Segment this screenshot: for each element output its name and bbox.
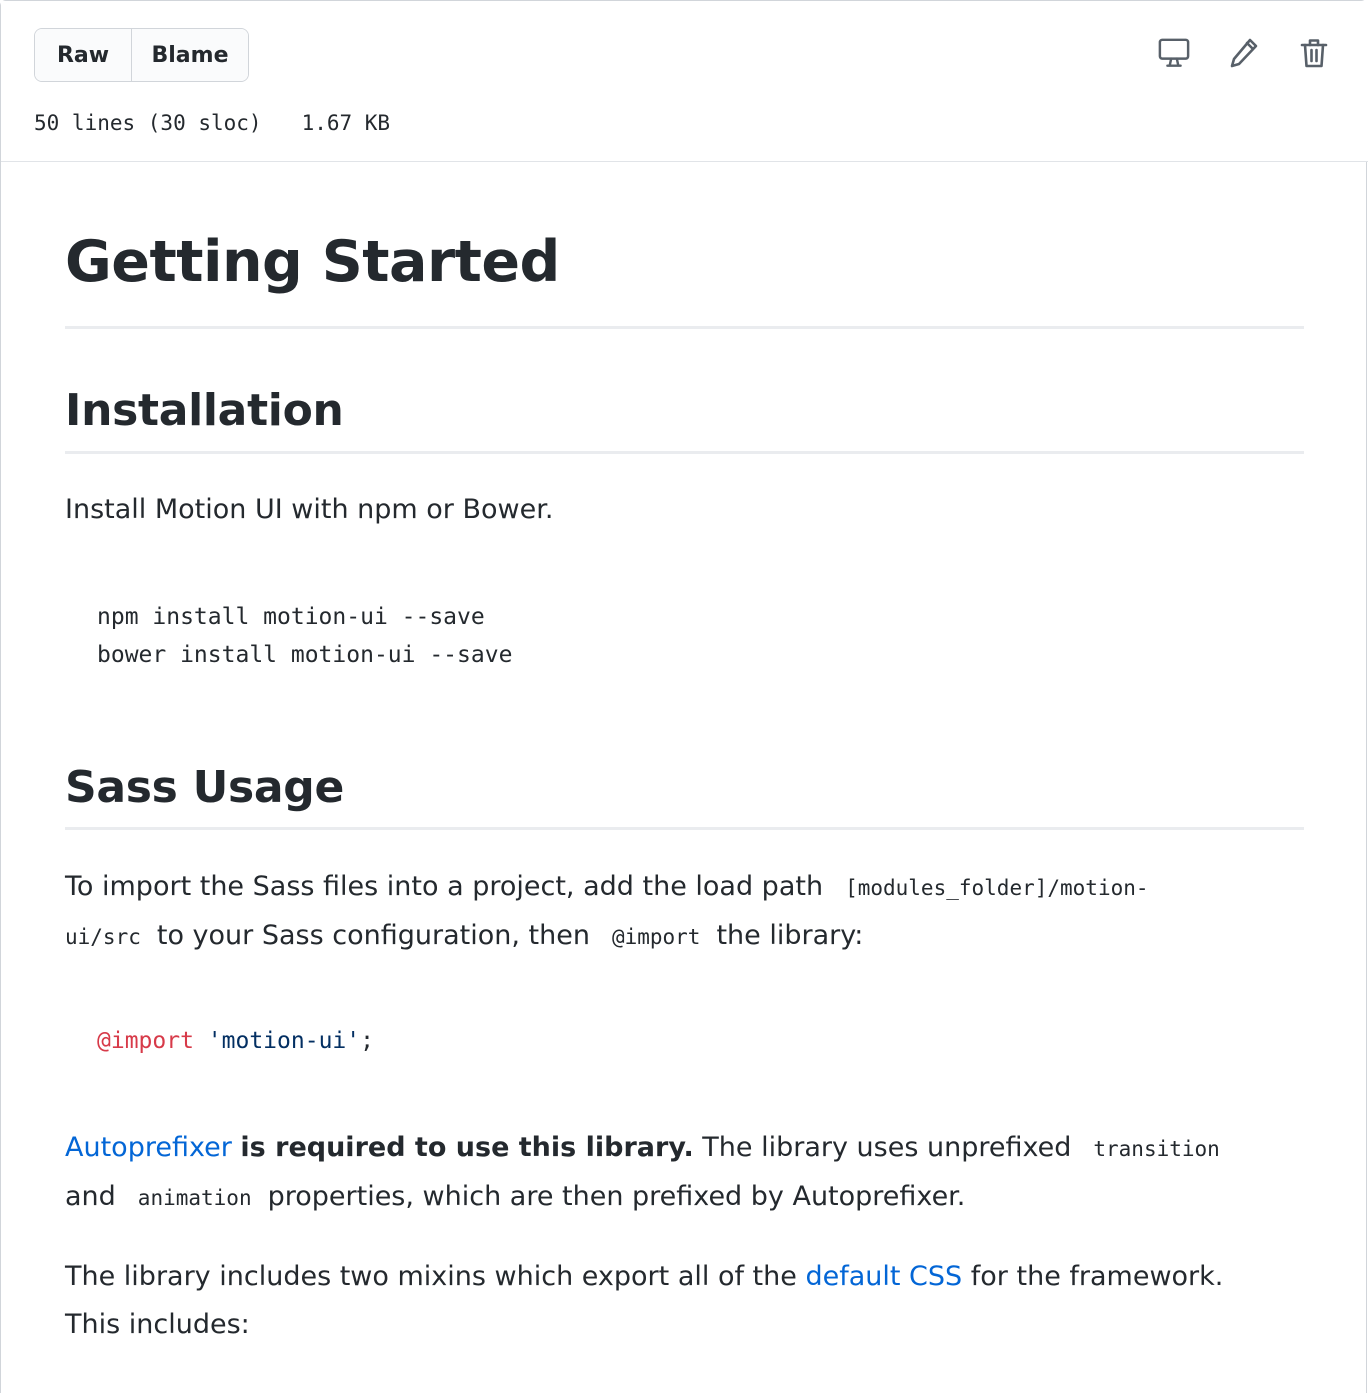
inline-code: transition xyxy=(1093,1137,1220,1161)
sass-usage-divider xyxy=(65,827,1304,830)
desktop-icon[interactable] xyxy=(1158,35,1190,71)
bold-text: is required to use this library. xyxy=(240,1132,694,1163)
text: properties, which are then prefixed by A… xyxy=(267,1181,966,1212)
text: and xyxy=(65,1181,116,1212)
file-lines: 50 lines (30 sloc) xyxy=(34,111,262,135)
installation-intro: Install Motion UI with npm or Bower. xyxy=(65,494,554,525)
autoprefixer-link[interactable]: Autoprefixer xyxy=(65,1132,232,1163)
blame-button[interactable]: Blame xyxy=(131,29,248,81)
page-title: Getting Started xyxy=(65,229,560,295)
text: to your Sass configuration, then xyxy=(156,920,590,951)
installation-divider xyxy=(65,451,1304,454)
inline-code: animation xyxy=(137,1186,252,1210)
code-keyword: @import xyxy=(97,1028,194,1054)
inline-code: ui/src xyxy=(65,925,141,949)
file-actions xyxy=(1158,35,1330,71)
mixins-paragraph: The library includes two mixins which ex… xyxy=(65,1253,1275,1349)
code-string: 'motion-ui' xyxy=(207,1028,361,1054)
install-code-block: npm install motion-ui --save bower insta… xyxy=(97,598,512,674)
trash-icon[interactable] xyxy=(1298,35,1330,71)
text: the library: xyxy=(716,920,864,951)
file-header: Raw Blame 50 lines (30 sloc) 1.67 KB xyxy=(1,1,1368,162)
text: This includes: xyxy=(65,1309,250,1340)
file-info: 50 lines (30 sloc) 1.67 KB xyxy=(34,111,390,135)
installation-heading: Installation xyxy=(65,385,344,436)
text: for the framework. xyxy=(970,1261,1224,1292)
text: To import the Sass files into a project,… xyxy=(65,871,824,902)
sass-import-paragraph: To import the Sass files into a project,… xyxy=(65,863,1275,961)
file-size: 1.67 KB xyxy=(301,111,391,135)
title-divider xyxy=(65,326,1304,329)
text: The library uses unprefixed xyxy=(702,1132,1072,1163)
autoprefixer-paragraph: Autoprefixer is required to use this lib… xyxy=(65,1124,1275,1222)
view-button-group: Raw Blame xyxy=(34,28,249,82)
text: The library includes two mixins which ex… xyxy=(65,1261,797,1292)
default-css-link[interactable]: default CSS xyxy=(805,1261,962,1292)
code-line: npm install motion-ui --save xyxy=(97,604,485,630)
code-punctuation: ; xyxy=(360,1028,374,1054)
code-line: bower install motion-ui --save xyxy=(97,642,513,668)
import-code-block: @import 'motion-ui'; xyxy=(97,1022,374,1060)
raw-button[interactable]: Raw xyxy=(35,29,131,81)
inline-code: @import xyxy=(611,925,701,949)
sass-usage-heading: Sass Usage xyxy=(65,762,345,813)
inline-code: [modules_folder]/motion- xyxy=(845,876,1149,900)
pencil-icon[interactable] xyxy=(1228,35,1260,71)
